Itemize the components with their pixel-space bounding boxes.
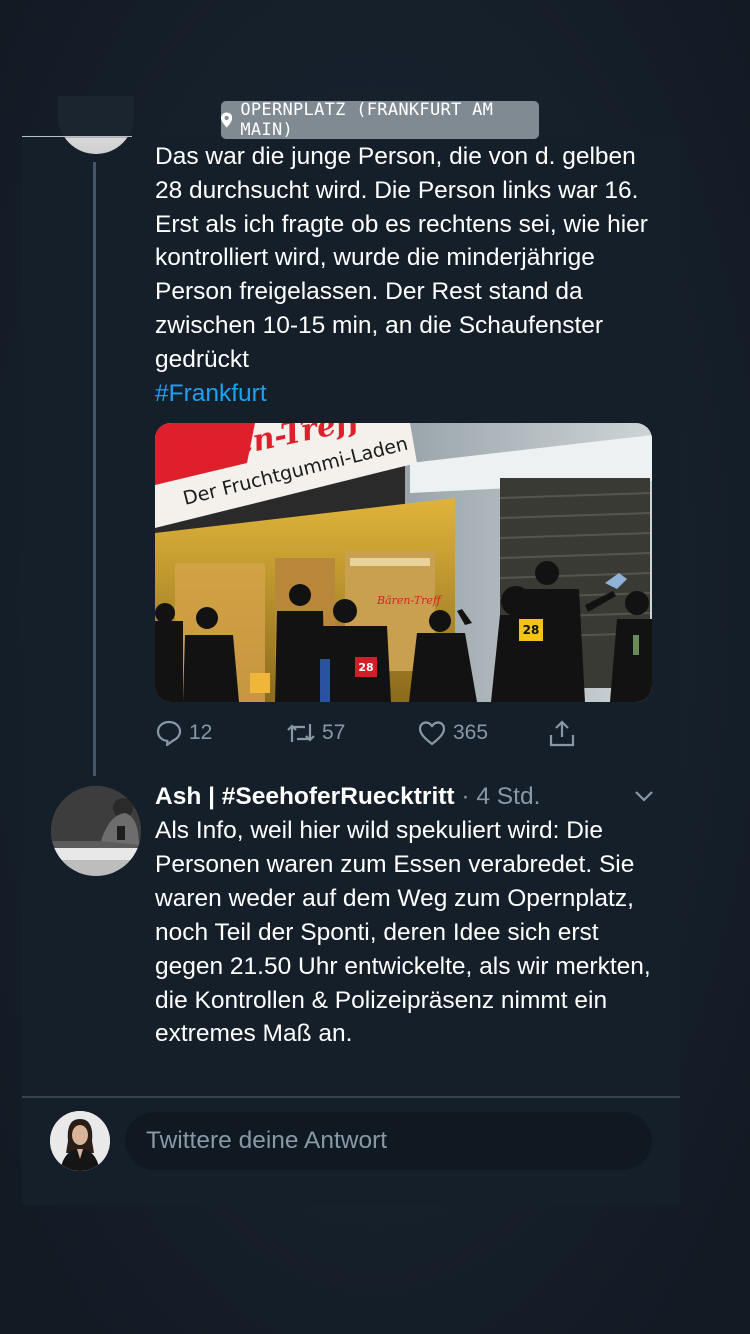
pin-icon bbox=[221, 112, 233, 128]
retweet-icon bbox=[287, 724, 315, 742]
reply-text: Als Info, weil hier wild spekuliert wird… bbox=[155, 817, 651, 1048]
compose-placeholder: Twittere deine Antwort bbox=[146, 1127, 388, 1154]
like-action[interactable]: 365 bbox=[417, 715, 488, 751]
tweet-photo-image: Bären-Treff Der Fruchtgummi-Laden Bären-… bbox=[155, 423, 652, 702]
avatar-image bbox=[51, 786, 141, 876]
hashtag-link[interactable]: #Frankfurt bbox=[155, 380, 267, 407]
reply-author-avatar[interactable] bbox=[51, 786, 141, 876]
tweet-actions: 12 57 365 bbox=[155, 715, 655, 751]
my-avatar[interactable] bbox=[50, 1111, 110, 1171]
reply-author-name[interactable]: Ash | #SeehoferRuecktritt bbox=[155, 783, 455, 810]
badge-left: 28 bbox=[358, 661, 373, 674]
top-divider bbox=[22, 136, 132, 137]
reply-count: 12 bbox=[189, 721, 213, 744]
location-label: OPERNPLATZ (FRANKFURT AM MAIN) bbox=[240, 100, 494, 140]
reply-action[interactable]: 12 bbox=[155, 715, 212, 751]
reply-icon bbox=[156, 720, 182, 747]
retweet-action[interactable]: 57 bbox=[286, 715, 345, 751]
window-sign: Bären-Treff bbox=[376, 594, 443, 607]
share-icon bbox=[549, 720, 575, 747]
tweet-body: Das war die junge Person, die von d. gel… bbox=[155, 143, 648, 373]
chevron-down-icon[interactable] bbox=[634, 789, 654, 803]
my-avatar-image bbox=[50, 1111, 110, 1171]
share-action[interactable] bbox=[547, 715, 577, 751]
tweet-text: Das war die junge Person, die von d. gel… bbox=[155, 140, 660, 410]
reply-header: Ash | #SeehoferRuecktritt · 4 Std. bbox=[155, 780, 660, 814]
compose-divider bbox=[22, 1096, 680, 1098]
thread-line bbox=[93, 162, 96, 776]
retweet-count: 57 bbox=[322, 721, 346, 744]
reply-timestamp[interactable]: 4 Std. bbox=[476, 783, 540, 810]
badge-right: 28 bbox=[523, 623, 540, 637]
separator-dot: · bbox=[461, 783, 470, 810]
like-count: 365 bbox=[453, 721, 489, 744]
location-sticker[interactable]: OPERNPLATZ (FRANKFURT AM MAIN) bbox=[221, 100, 539, 140]
tweet-photo[interactable]: Bären-Treff Der Fruchtgummi-Laden Bären-… bbox=[155, 423, 652, 702]
heart-icon bbox=[418, 721, 446, 746]
reply-compose-field[interactable]: Twittere deine Antwort bbox=[125, 1112, 652, 1170]
